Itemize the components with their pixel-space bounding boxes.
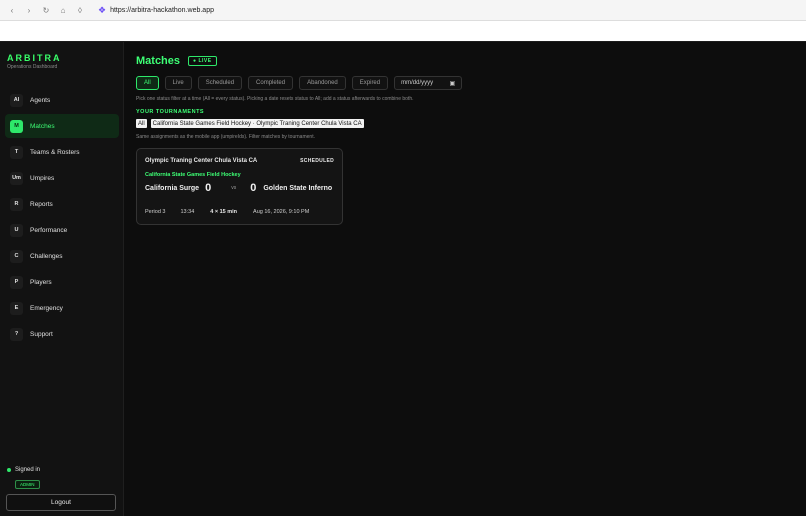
vs-label: vs: [231, 185, 237, 191]
tournaments-hint: Same assignments as the mobile app (umpi…: [136, 134, 315, 140]
role-badge: ADMIN: [15, 480, 40, 489]
match-clock: 13:34: [180, 209, 195, 215]
sidebar: ARBITRA Operations Dashboard AI Agents M Ma…: [0, 42, 124, 516]
page-title: Matches: [136, 55, 181, 67]
filter-all-button[interactable]: All: [136, 76, 159, 90]
sidebar-item-badge: C: [10, 249, 23, 263]
date-placeholder: mm/dd/yyyy: [401, 80, 434, 86]
url-text: https://arbitra-hackathon.web.app: [110, 6, 214, 14]
sidebar-nav: AI Agents M Matches T Teams & Rosters Um Umpire…: [5, 88, 119, 348]
sidebar-item-badge: ?: [10, 327, 23, 341]
match-meta: Period 3 13:34 4 × 15 min Aug 16, 2026, …: [145, 209, 309, 215]
home-score: 0: [205, 182, 212, 194]
match-format: 4 × 15 min: [210, 209, 238, 215]
filter-abandoned-button[interactable]: Abandoned: [299, 76, 346, 90]
sidebar-item-badge: M: [10, 119, 23, 133]
away-team: Golden State Inferno: [263, 184, 333, 192]
sidebar-item-challenges[interactable]: C Challenges: [5, 244, 119, 268]
sidebar-item-teams-rosters[interactable]: T Teams & Rosters: [5, 140, 119, 164]
sidebar-item-badge: AI: [10, 93, 23, 107]
online-dot-icon: [7, 468, 11, 472]
main-content: Matches ● LIVE All Live Scheduled Completed…: [124, 42, 806, 516]
forward-icon[interactable]: ›: [25, 6, 33, 15]
filter-scheduled-button[interactable]: Scheduled: [197, 76, 243, 90]
sidebar-item-matches[interactable]: M Matches: [5, 114, 119, 138]
back-icon[interactable]: ‹: [8, 6, 16, 15]
calendar-icon[interactable]: ▣: [449, 80, 455, 87]
sidebar-item-reports[interactable]: R Reports: [5, 192, 119, 216]
brand-name: ARBITRA: [7, 53, 62, 63]
sidebar-item-label: Emergency: [30, 304, 63, 312]
home-icon[interactable]: ⌂: [59, 6, 67, 15]
signed-in-panel: Signed in ADMIN: [7, 467, 40, 491]
brand-subtitle: Operations Dashboard: [7, 64, 58, 70]
sidebar-item-badge: Um: [10, 171, 23, 185]
match-teams: California Surge 0 vs 0 Golden State Inf…: [145, 182, 336, 194]
sidebar-item-players[interactable]: P Players: [5, 270, 119, 294]
sidebar-item-agents[interactable]: AI Agents: [5, 88, 119, 112]
sidebar-item-label: Teams & Rosters: [30, 148, 80, 156]
sidebar-item-badge: T: [10, 145, 23, 159]
sidebar-item-label: Matches: [30, 122, 55, 130]
sidebar-item-label: Players: [30, 278, 52, 286]
reload-icon[interactable]: ↻: [42, 6, 50, 15]
logout-button[interactable]: Logout: [6, 494, 116, 511]
sidebar-item-emergency[interactable]: E Emergency: [5, 296, 119, 320]
sidebar-item-support[interactable]: ? Support: [5, 322, 119, 346]
app: ARBITRA Operations Dashboard AI Agents M Ma…: [0, 42, 806, 516]
sidebar-item-label: Challenges: [30, 252, 63, 260]
browser-nav: ‹ › ↻ ⌂ ◊: [8, 6, 84, 15]
sidebar-item-badge: P: [10, 275, 23, 289]
sidebar-item-badge: R: [10, 197, 23, 211]
sidebar-item-badge: E: [10, 301, 23, 315]
live-badge: ● LIVE: [188, 56, 217, 66]
match-status: SCHEDULED: [300, 158, 334, 164]
sidebar-item-label: Umpires: [30, 174, 55, 182]
filter-expired-button[interactable]: Expired: [351, 76, 389, 90]
status-filters: All Live Scheduled Completed Abandoned Expire…: [136, 76, 463, 90]
home-team: California Surge: [145, 184, 200, 192]
tournament-chip[interactable]: California State Games Field Hockey · Ol…: [150, 119, 364, 128]
site-icon: ❖: [98, 4, 107, 15]
brand: ARBITRA Operations Dashboard: [7, 53, 62, 70]
filter-completed-button[interactable]: Completed: [248, 76, 294, 90]
filter-hint: Pick one status filter at a time (All = …: [136, 96, 414, 102]
shield-icon[interactable]: ◊: [76, 6, 84, 15]
sidebar-item-performance[interactable]: U Performance: [5, 218, 119, 242]
sidebar-item-label: Performance: [30, 226, 68, 234]
match-datetime: Aug 16, 2026, 9:10 PM: [253, 209, 310, 215]
tournaments-heading: YOUR TOURNAMENTS: [136, 109, 205, 115]
sidebar-item-label: Support: [30, 330, 53, 338]
signed-in-text: Signed in: [15, 467, 41, 473]
match-period: Period 3: [145, 209, 166, 215]
match-league: California State Games Field Hockey: [145, 172, 241, 178]
away-score: 0: [250, 182, 257, 194]
sidebar-item-label: Reports: [30, 200, 53, 208]
filter-live-button[interactable]: Live: [164, 76, 192, 90]
sidebar-item-umpires[interactable]: Um Umpires: [5, 166, 119, 190]
match-venue: Olympic Traning Center Chula Vista CA: [145, 158, 258, 164]
browser-toolbar: ‹ › ↻ ⌂ ◊ ❖ https://arbitra-hackathon.we…: [0, 0, 806, 21]
date-filter-input[interactable]: mm/dd/yyyy ▣: [394, 76, 463, 90]
tournament-filters: All California State Games Field Hockey ·…: [136, 119, 364, 128]
tournament-all-chip[interactable]: All: [136, 119, 147, 128]
address-bar[interactable]: ❖ https://arbitra-hackathon.web.app: [98, 5, 214, 16]
sidebar-item-badge: U: [10, 223, 23, 237]
sidebar-item-label: Agents: [30, 96, 51, 104]
browser-secondary-bar: [0, 21, 806, 42]
match-card[interactable]: Olympic Traning Center Chula Vista CA SC…: [136, 148, 343, 225]
